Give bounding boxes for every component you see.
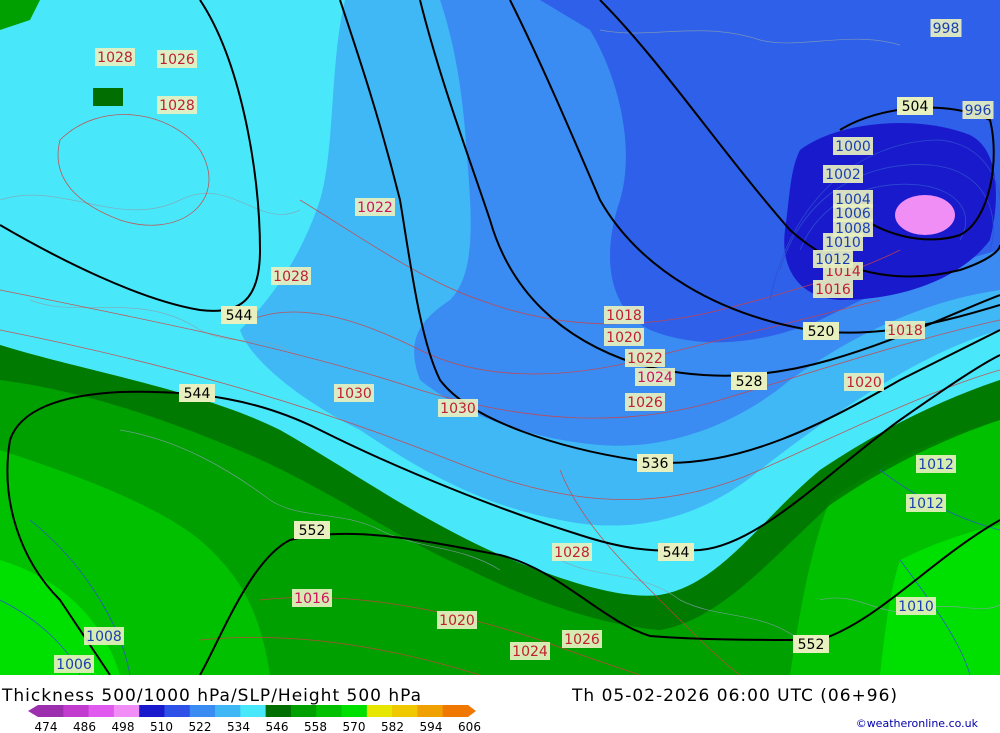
legend-tick: 510: [150, 720, 173, 733]
slp-label: 1028: [159, 98, 195, 114]
legend-swatch: [88, 705, 115, 717]
legend-tick: 582: [381, 720, 404, 733]
height-label: 504: [902, 99, 929, 115]
slp-label: 996: [965, 103, 992, 119]
legend-swatch: [139, 705, 165, 717]
legend-arrow-left: [28, 705, 38, 717]
slp-label: 1020: [606, 330, 642, 346]
credit-text: ©weatheronline.co.uk: [855, 717, 978, 730]
slp-label: 1022: [627, 351, 663, 367]
slp-label: 1012: [918, 457, 954, 473]
slp-label: 1012: [908, 496, 944, 512]
slp-label: 1002: [825, 167, 861, 183]
slp-label: 1006: [56, 657, 92, 673]
map-footer: Thickness 500/1000 hPa/SLP/Height 500 hP…: [0, 675, 1000, 733]
legend-swatch: [442, 705, 469, 717]
valid-time: Th 05-02-2026 06:00 UTC (06+96): [572, 686, 899, 706]
color-legend: 474 486 498 510 522 534 546 558 570 582 594 606: [28, 705, 481, 733]
height-label: 544: [226, 308, 253, 324]
legend-swatch: [113, 705, 140, 717]
legend-tick: 474: [35, 720, 58, 733]
legend-tick: 534: [227, 720, 250, 733]
height-label: 552: [299, 523, 326, 539]
slp-label: 1012: [815, 252, 851, 268]
slp-label: 1010: [898, 599, 934, 615]
slp-label: 1016: [815, 282, 851, 298]
slp-label: 1024: [512, 644, 548, 660]
legend-tick: 498: [112, 720, 135, 733]
slp-label: 1028: [97, 50, 133, 66]
legend-swatch: [63, 705, 90, 717]
legend-swatch: [240, 705, 267, 717]
height-label: 536: [642, 456, 669, 472]
slp-label: 1016: [294, 591, 330, 607]
legend-tick: 558: [304, 720, 327, 733]
land-patch: [93, 88, 123, 106]
slp-label: 1028: [554, 545, 590, 561]
legend-swatch: [290, 705, 317, 717]
legend-swatch: [189, 705, 216, 717]
weather-map: 504 520 528 536 544 544 544 552 552 1028…: [0, 0, 1000, 675]
slp-label: 1026: [627, 395, 663, 411]
legend-tick: 594: [420, 720, 443, 733]
legend-swatch: [164, 705, 191, 717]
legend-swatch: [215, 705, 241, 717]
height-label: 544: [663, 545, 690, 561]
legend-swatch: [417, 705, 444, 717]
legend-tick: 546: [266, 720, 289, 733]
slp-label: 1030: [336, 386, 372, 402]
legend-swatch: [366, 705, 393, 717]
slp-label: 1026: [564, 632, 600, 648]
height-label: 528: [736, 374, 763, 390]
slp-label: 1022: [357, 200, 393, 216]
legend-tick: 522: [189, 720, 212, 733]
legend-swatch: [316, 705, 343, 717]
slp-label: 1018: [887, 323, 923, 339]
slp-label: 1008: [86, 629, 122, 645]
legend-swatch: [392, 705, 418, 717]
slp-label: 1026: [159, 52, 195, 68]
slp-label: 1018: [606, 308, 642, 324]
legend-swatch: [341, 705, 368, 717]
legend-swatch: [38, 705, 64, 717]
legend-swatch: [265, 705, 292, 717]
thickness-core-pink: [895, 195, 955, 235]
height-label: 520: [808, 324, 835, 340]
height-label: 552: [798, 637, 825, 653]
legend-tick: 570: [343, 720, 366, 733]
legend-tick: 486: [73, 720, 96, 733]
slp-label: 1020: [439, 613, 475, 629]
legend-arrow-right: [468, 705, 476, 717]
height-label: 544: [184, 386, 211, 402]
legend-tick: 606: [458, 720, 481, 733]
slp-label: 1010: [825, 235, 861, 251]
slp-label: 1024: [637, 370, 673, 386]
slp-label: 1000: [835, 139, 871, 155]
slp-label: 1030: [440, 401, 476, 417]
slp-label: 1020: [846, 375, 882, 391]
slp-label: 998: [933, 21, 960, 37]
slp-label: 1028: [273, 269, 309, 285]
